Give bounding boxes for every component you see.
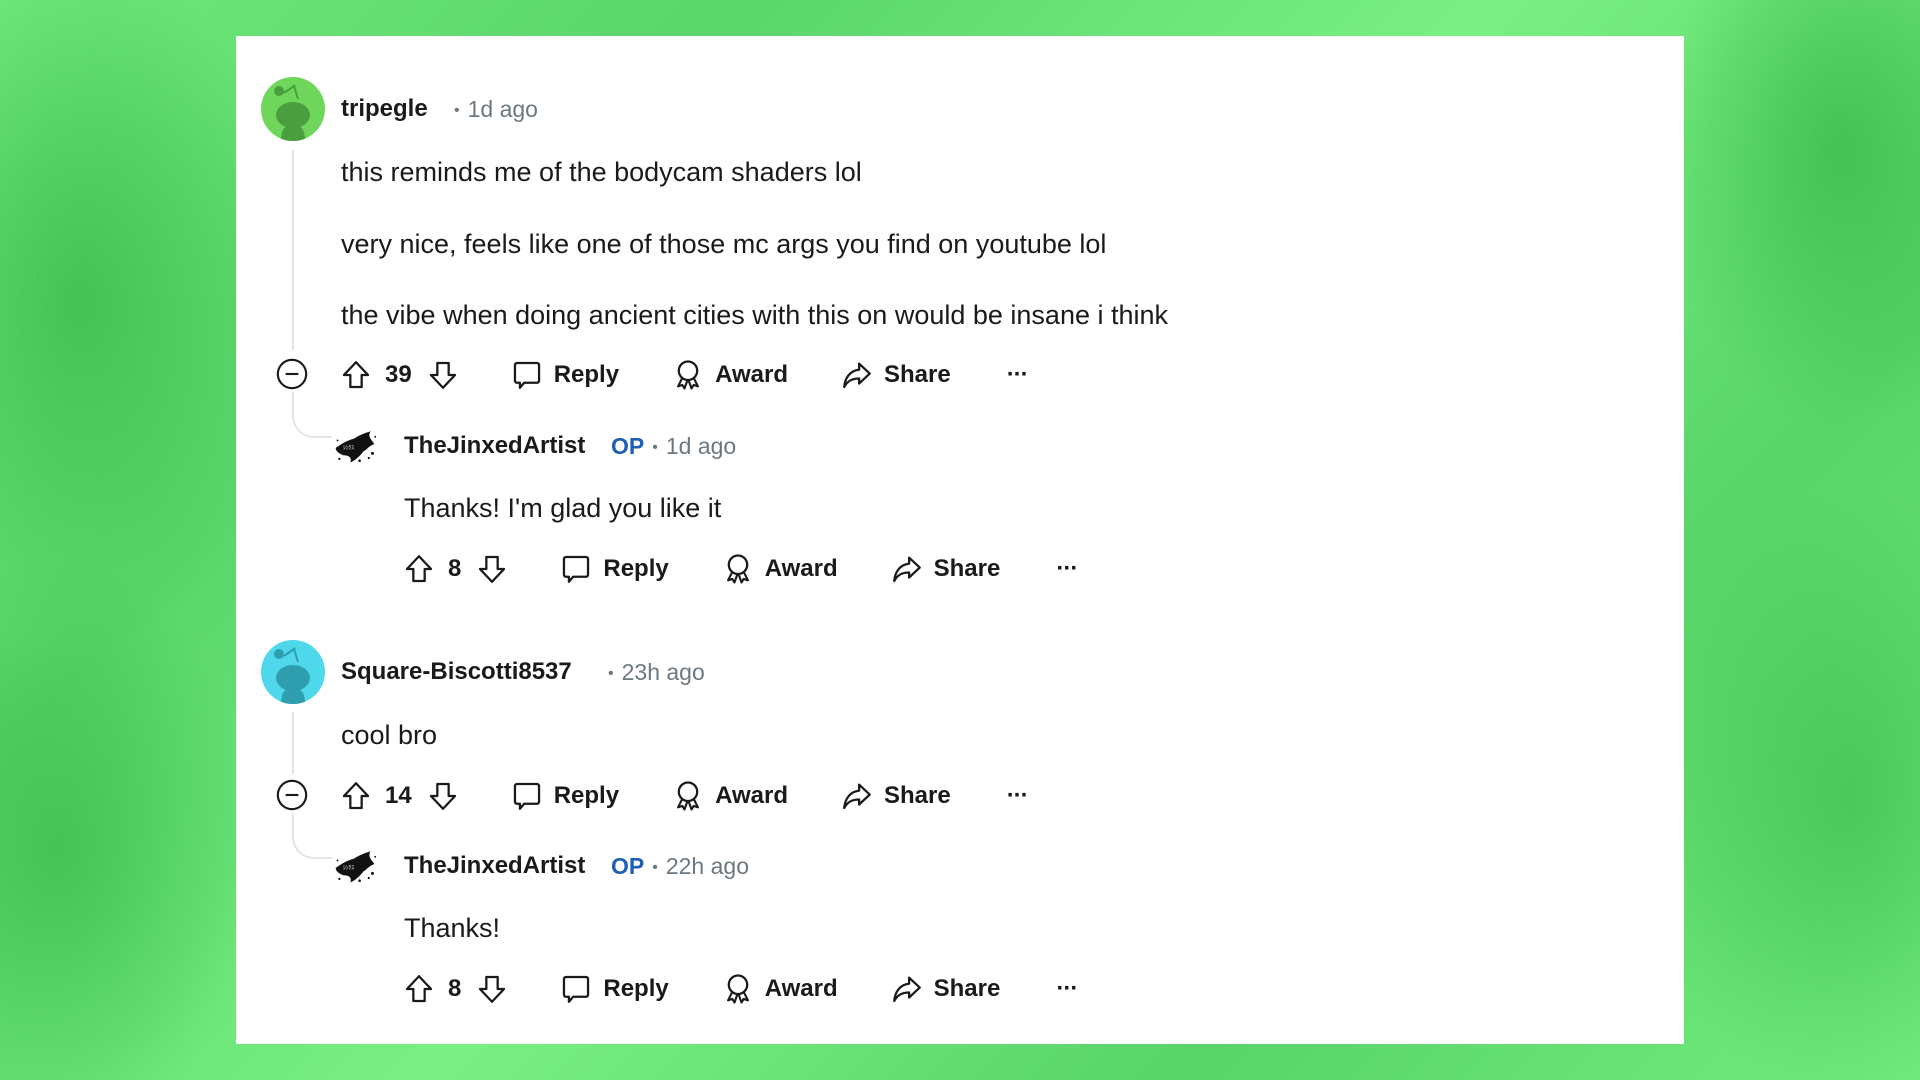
reply-label: Reply	[603, 975, 669, 1002]
award-icon	[671, 358, 705, 392]
meta-separator: •	[652, 438, 658, 456]
downvote-icon	[475, 552, 509, 586]
comment-body-line: the vibe when doing ancient cities with …	[341, 300, 1169, 330]
meta-separator: •	[608, 664, 614, 682]
meta-separator: •	[652, 858, 658, 876]
reply-label: Reply	[553, 782, 620, 809]
comment-meta: • 23h ago	[600, 659, 705, 686]
comment-actions: 14 Reply Award Share ···	[339, 776, 1029, 816]
collapse-thread-icon[interactable]	[275, 357, 309, 391]
snoo-cyan-avatar[interactable]	[261, 640, 325, 704]
comment-body-line: this reminds me of the bodycam shaders l…	[341, 157, 862, 187]
comment-author[interactable]: tripegle	[341, 95, 428, 123]
share-button[interactable]: Share	[840, 779, 951, 813]
reply-body-line: Thanks!	[404, 913, 501, 943]
downvote-icon	[426, 358, 460, 392]
award-icon	[671, 779, 705, 813]
vote-count: 14	[385, 782, 412, 809]
share-label: Share	[883, 361, 951, 388]
share-button[interactable]: Share	[890, 972, 1001, 1006]
vote-count: 8	[448, 975, 462, 1002]
award-label: Award	[764, 975, 838, 1002]
reply-icon	[559, 552, 593, 586]
reply-time[interactable]: 22h ago	[666, 853, 749, 879]
upvote-button[interactable]	[402, 972, 436, 1006]
meta-separator: •	[454, 101, 460, 119]
reply-meta: OP • 22h ago	[611, 853, 749, 880]
thread-line[interactable]	[292, 712, 294, 774]
award-button[interactable]: Award	[721, 972, 838, 1006]
comment-time[interactable]: 1d ago	[468, 96, 538, 122]
award-button[interactable]: Award	[671, 779, 788, 813]
reply-icon	[510, 358, 544, 392]
downvote-button[interactable]	[426, 779, 460, 813]
share-icon	[840, 779, 874, 813]
reply-button[interactable]: Reply	[510, 779, 619, 813]
award-label: Award	[764, 555, 838, 582]
ink-splatter-avatar[interactable]	[332, 427, 378, 465]
share-icon	[890, 552, 924, 586]
award-icon	[721, 972, 755, 1006]
reply-meta: OP • 1d ago	[611, 433, 736, 460]
op-badge: OP	[611, 433, 645, 459]
award-label: Award	[715, 782, 788, 809]
share-label: Share	[933, 975, 1001, 1002]
share-icon	[890, 972, 924, 1006]
award-button[interactable]: Award	[721, 552, 838, 586]
upvote-icon	[339, 779, 373, 813]
vote-count: 8	[448, 555, 462, 582]
share-label: Share	[933, 555, 1001, 582]
reply-body-line: Thanks! I'm glad you like it	[404, 493, 722, 523]
downvote-button[interactable]	[475, 552, 509, 586]
more-options-button[interactable]: ···	[1007, 361, 1029, 389]
share-button[interactable]: Share	[840, 358, 951, 392]
reply-label: Reply	[603, 555, 669, 582]
comment-actions: 39 Reply Award Share ···	[339, 355, 1029, 395]
snoo-green-avatar[interactable]	[261, 77, 325, 141]
more-options-button[interactable]: ···	[1007, 782, 1029, 810]
vote-count: 39	[385, 361, 412, 388]
thread-line[interactable]	[292, 150, 294, 350]
reply-icon	[510, 779, 544, 813]
upvote-icon	[402, 552, 436, 586]
share-label: Share	[883, 782, 951, 809]
reply-connector	[292, 813, 332, 859]
reply-actions: 8 Reply Award Share ···	[402, 549, 1078, 589]
share-button[interactable]: Share	[890, 552, 1001, 586]
reply-button[interactable]: Reply	[559, 972, 669, 1006]
award-icon	[721, 552, 755, 586]
share-icon	[840, 358, 874, 392]
comment-time[interactable]: 23h ago	[622, 659, 705, 685]
upvote-icon	[402, 972, 436, 1006]
reply-label: Reply	[553, 361, 620, 388]
comment-meta: • 1d ago	[446, 96, 538, 123]
comment-body-line: very nice, feels like one of those mc ar…	[341, 229, 1107, 259]
reply-author[interactable]: TheJinxedArtist	[404, 852, 585, 880]
reply-actions: 8 Reply Award Share ···	[402, 969, 1078, 1009]
reply-author[interactable]: TheJinxedArtist	[404, 432, 585, 460]
collapse-thread-icon[interactable]	[275, 778, 309, 812]
comment-author[interactable]: Square-Biscotti8537	[341, 658, 572, 686]
upvote-button[interactable]	[339, 358, 373, 392]
award-button[interactable]: Award	[671, 358, 788, 392]
upvote-icon	[339, 358, 373, 392]
downvote-icon	[426, 779, 460, 813]
ink-splatter-avatar[interactable]	[332, 847, 378, 885]
more-options-button[interactable]: ···	[1056, 555, 1078, 583]
more-options-button[interactable]: ···	[1056, 975, 1078, 1003]
downvote-button[interactable]	[475, 972, 509, 1006]
upvote-button[interactable]	[339, 779, 373, 813]
reply-icon	[559, 972, 593, 1006]
op-badge: OP	[611, 853, 645, 879]
reply-time[interactable]: 1d ago	[666, 433, 736, 459]
downvote-icon	[475, 972, 509, 1006]
award-label: Award	[715, 361, 788, 388]
comment-body-line: cool bro	[341, 720, 438, 750]
reply-connector	[292, 392, 332, 438]
reply-button[interactable]: Reply	[510, 358, 619, 392]
upvote-button[interactable]	[402, 552, 436, 586]
downvote-button[interactable]	[426, 358, 460, 392]
reply-button[interactable]: Reply	[559, 552, 669, 586]
